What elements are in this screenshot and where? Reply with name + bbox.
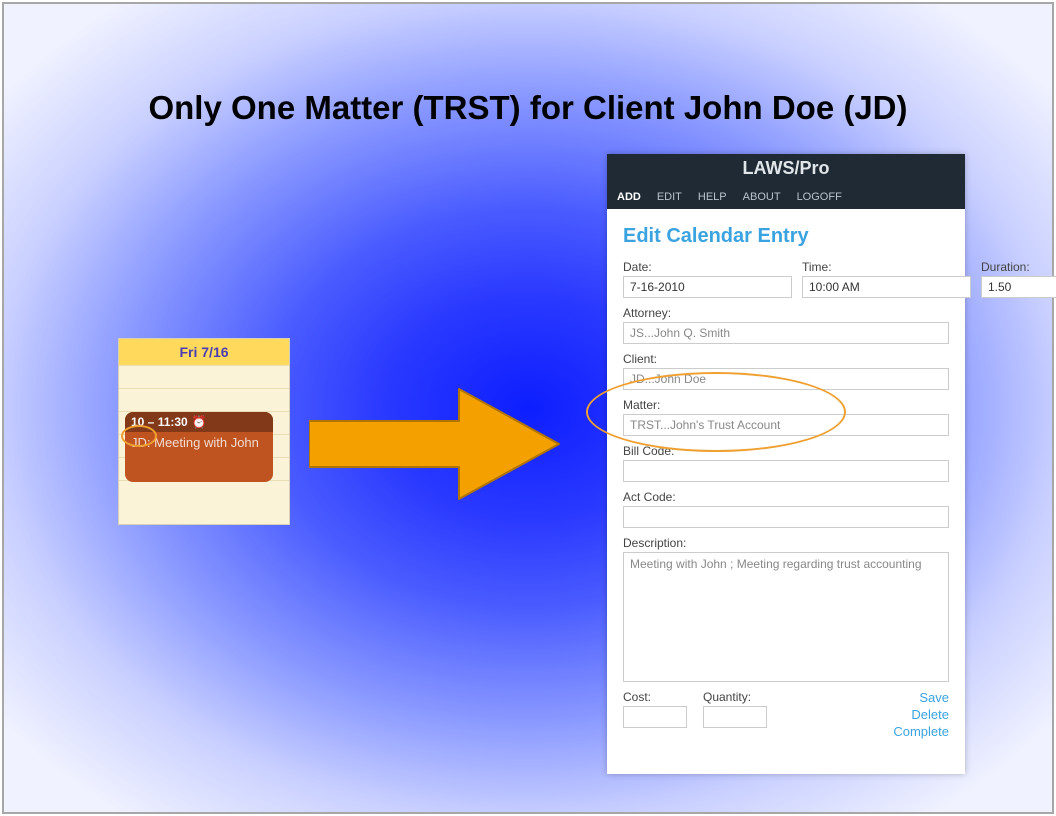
label-time: Time: [802, 260, 971, 274]
slide-background: Only One Matter (TRST) for Client John D… [2, 2, 1054, 814]
label-duration: Duration: [981, 260, 1056, 274]
calendar-event-time-text: 10 – 11:30 [131, 415, 188, 429]
label-quantity: Quantity: [703, 690, 767, 704]
alarm-icon: ⏰ [192, 415, 207, 429]
cost-field[interactable] [623, 706, 687, 728]
bill-code-field[interactable] [623, 460, 949, 482]
label-act-code: Act Code: [623, 490, 949, 504]
form-title: Edit Calendar Entry [623, 225, 949, 248]
label-attorney: Attorney: [623, 306, 949, 320]
matter-field[interactable] [623, 414, 949, 436]
label-date: Date: [623, 260, 792, 274]
menu-item-help[interactable]: HELP [698, 191, 727, 203]
date-field[interactable] [623, 276, 792, 298]
duration-field[interactable] [981, 276, 1056, 298]
menu-item-about[interactable]: ABOUT [743, 191, 781, 203]
app-title: LAWS/Pro [607, 154, 965, 179]
calendar-slot [119, 480, 289, 503]
calendar-event[interactable]: 10 – 11:30 ⏰ JD: Meeting with John [125, 412, 273, 482]
label-bill-code: Bill Code: [623, 444, 949, 458]
label-matter: Matter: [623, 398, 949, 412]
arrow-icon [309, 384, 564, 504]
time-field[interactable] [802, 276, 971, 298]
calendar-slot [119, 365, 289, 388]
app-menu: ADD EDIT HELP ABOUT LOGOFF [617, 191, 955, 203]
calendar-slot [119, 388, 289, 411]
slide-title: Only One Matter (TRST) for Client John D… [148, 89, 907, 127]
calendar-event-time: 10 – 11:30 ⏰ [125, 412, 273, 432]
calendar-fragment: Fri 7/16 10 – 11:30 ⏰ JD: Meeting with J… [119, 339, 289, 524]
complete-link[interactable]: Complete [893, 724, 949, 739]
calendar-day-header: Fri 7/16 [119, 339, 289, 365]
form-panel: LAWS/Pro ADD EDIT HELP ABOUT LOGOFF Edit… [607, 154, 965, 774]
attorney-field[interactable] [623, 322, 949, 344]
quantity-field[interactable] [703, 706, 767, 728]
save-link[interactable]: Save [893, 690, 949, 705]
act-code-field[interactable] [623, 506, 949, 528]
label-cost: Cost: [623, 690, 687, 704]
description-field[interactable] [623, 552, 949, 682]
menu-item-add[interactable]: ADD [617, 191, 641, 203]
app-bar: LAWS/Pro ADD EDIT HELP ABOUT LOGOFF [607, 154, 965, 209]
label-description: Description: [623, 536, 949, 550]
label-client: Client: [623, 352, 949, 366]
client-field[interactable] [623, 368, 949, 390]
calendar-event-title: JD: Meeting with John [125, 432, 273, 453]
delete-link[interactable]: Delete [893, 707, 949, 722]
menu-item-edit[interactable]: EDIT [657, 191, 682, 203]
menu-item-logoff[interactable]: LOGOFF [797, 191, 842, 203]
